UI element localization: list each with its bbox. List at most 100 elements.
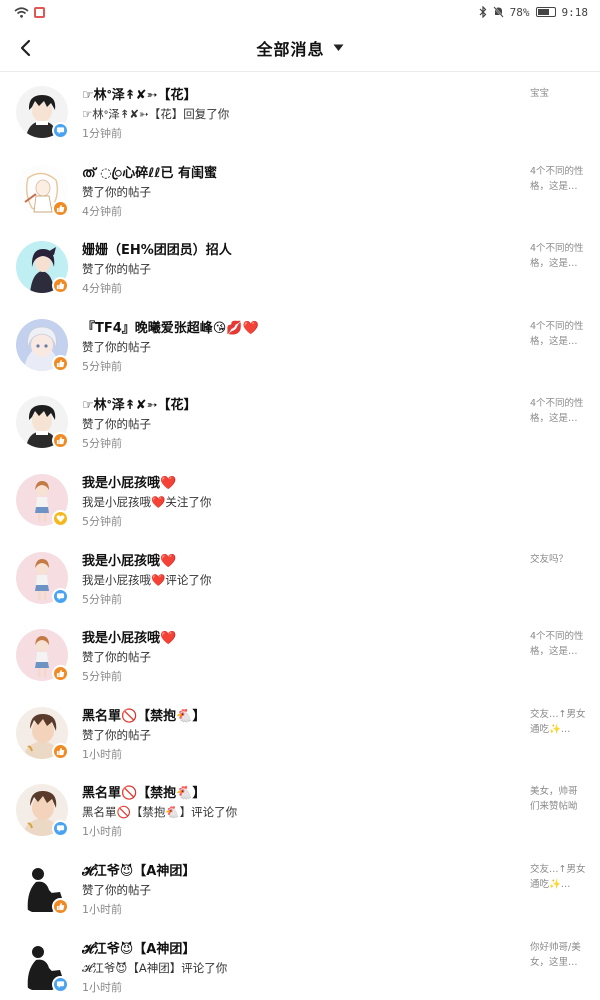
status-left xyxy=(14,6,45,18)
message-content: 我是小屁孩哦❤️ 我是小屁孩哦❤️关注了你 5分钟前 xyxy=(82,474,512,531)
message-action: 赞了你的帖子 xyxy=(82,184,151,199)
message-action: 我是小屁孩哦❤️评论了你 xyxy=(82,572,212,587)
comment-badge xyxy=(52,820,69,838)
message-row-1[interactable]: ☞林ᐤ泽↟✘➳【花】 ☞林ᐤ泽↟✘➳【花】回复了你 1分钟前 宝宝 xyxy=(0,78,600,156)
message-row-9[interactable]: 黑名單🚫【禁抱🐔】 赞了你的帖子 1小时前 交友…↑男女通吃✨… xyxy=(0,699,600,777)
status-bar: 78% 9:18 xyxy=(0,0,600,24)
post-preview[interactable]: 4个不同的性格，这是… xyxy=(530,164,586,194)
like-badge xyxy=(52,199,69,217)
like-badge xyxy=(52,665,69,683)
message-content: ☞林ᐤ泽↟✘➳【花】 ☞林ᐤ泽↟✘➳【花】回复了你 1分钟前 xyxy=(82,86,512,143)
thumbs-up-icon xyxy=(56,747,65,755)
post-preview[interactable]: 4个不同的性格，这是… xyxy=(530,629,586,659)
message-content: 『TF4』晚曦爱张超峰😘💋❤️ 赞了你的帖子 5分钟前 xyxy=(82,319,512,376)
post-preview[interactable]: 交友…↑男女通吃✨… xyxy=(530,862,586,892)
sender-name[interactable]: ☞林ᐤ泽↟✘➳【花】 xyxy=(82,86,512,105)
bluetooth-icon xyxy=(479,6,486,18)
message-row-8[interactable]: 我是小屁孩哦❤️ 赞了你的帖子 5分钟前 4个不同的性格，这是… xyxy=(0,621,600,699)
message-action: 赞了你的帖子 xyxy=(82,727,151,742)
like-badge xyxy=(52,432,69,450)
message-time: 5分钟前 xyxy=(82,359,122,373)
follow-badge xyxy=(52,509,69,527)
message-time: 1分钟前 xyxy=(82,127,122,140)
battery-percent: 78% xyxy=(509,5,530,19)
message-time: 5分钟前 xyxy=(82,514,122,528)
message-row-7[interactable]: 我是小屁孩哦❤️ 我是小屁孩哦❤️评论了你 5分钟前 交友吗？ xyxy=(0,544,600,622)
sender-name[interactable]: ☞林ᐤ泽↟✘➳【花】 xyxy=(82,396,512,415)
thumbs-up-icon xyxy=(56,282,65,290)
sender-name[interactable]: 𝓗江爷😈【A神团】 xyxy=(82,940,512,959)
message-action: 赞了你的帖子 xyxy=(82,262,151,277)
post-preview[interactable]: 美女，帅哥们来赞帖呦 xyxy=(530,784,586,814)
comment-badge xyxy=(52,975,69,993)
thumbs-up-icon xyxy=(56,359,65,367)
page-title: 全部消息 xyxy=(256,39,325,59)
sender-name[interactable]: 『TF4』晚曦爱张超峰😘💋❤️ xyxy=(82,319,512,338)
sender-name[interactable]: 我是小屁孩哦❤️ xyxy=(82,629,512,648)
like-badge xyxy=(52,742,69,760)
comment-icon xyxy=(56,127,65,135)
message-action: 赞了你的帖子 xyxy=(82,417,151,432)
message-action: 我是小屁孩哦❤️关注了你 xyxy=(82,494,212,509)
post-preview[interactable]: 宝宝 xyxy=(530,86,586,101)
message-time: 1小时前 xyxy=(82,825,122,839)
sender-name[interactable]: 黑名單🚫【禁抱🐔】 xyxy=(82,707,512,726)
sender-name[interactable]: 我是小屁孩哦❤️ xyxy=(82,474,512,493)
post-preview[interactable]: 4个不同的性格，这是… xyxy=(530,241,586,271)
sender-name[interactable]: ത് ◌ꦿ心碎ℓℓ已 有闺蜜 xyxy=(82,164,512,183)
message-row-10[interactable]: 黑名單🚫【禁抱🐔】 黑名單🚫【禁抱🐔】评论了你 1小时前 美女，帅哥们来赞帖呦 xyxy=(0,776,600,854)
message-row-12[interactable]: 𝓗江爷😈【A神团】 𝓗江爷😈【A神团】评论了你 1小时前 你好帅哥/美女，这里… xyxy=(0,932,600,1000)
message-content: 我是小屁孩哦❤️ 赞了你的帖子 5分钟前 xyxy=(82,629,512,686)
back-button[interactable] xyxy=(12,34,40,62)
sender-name[interactable]: 姗姗（EH%团团员）招人 xyxy=(82,241,512,260)
thumbs-up-icon xyxy=(56,437,65,445)
post-preview[interactable]: 4个不同的性格，这是… xyxy=(530,396,586,426)
message-time: 4分钟前 xyxy=(82,204,122,218)
clock: 9:18 xyxy=(561,5,589,19)
notification-icon xyxy=(34,6,45,18)
message-time: 5分钟前 xyxy=(82,592,122,606)
back-arrow-icon xyxy=(20,39,31,57)
message-time: 4分钟前 xyxy=(82,282,122,296)
message-row-3[interactable]: 姗姗（EH%团团员）招人 赞了你的帖子 4分钟前 4个不同的性格，这是… xyxy=(0,233,600,311)
thumbs-up-icon xyxy=(56,670,65,678)
message-time: 1小时前 xyxy=(82,980,122,994)
message-list: ☞林ᐤ泽↟✘➳【花】 ☞林ᐤ泽↟✘➳【花】回复了你 1分钟前 宝宝 ത് ◌ꦿ心… xyxy=(0,72,600,1000)
sender-name[interactable]: 黑名單🚫【禁抱🐔】 xyxy=(82,784,512,803)
like-badge xyxy=(52,897,69,915)
post-preview[interactable]: 4个不同的性格，这是… xyxy=(530,319,586,349)
like-badge xyxy=(52,277,69,295)
message-row-4[interactable]: 『TF4』晚曦爱张超峰😘💋❤️ 赞了你的帖子 5分钟前 4个不同的性格，这是… xyxy=(0,311,600,389)
thumbs-up-icon xyxy=(56,204,65,212)
comment-badge xyxy=(52,587,69,605)
message-content: ☞林ᐤ泽↟✘➳【花】 赞了你的帖子 5分钟前 xyxy=(82,396,512,453)
sender-name[interactable]: 我是小屁孩哦❤️ xyxy=(82,552,512,571)
thumbs-up-icon xyxy=(56,902,65,911)
mute-bell-icon xyxy=(492,6,504,18)
message-row-5[interactable]: ☞林ᐤ泽↟✘➳【花】 赞了你的帖子 5分钟前 4个不同的性格，这是… xyxy=(0,388,600,466)
message-action: ☞林ᐤ泽↟✘➳【花】回复了你 xyxy=(82,107,230,121)
message-content: 黑名單🚫【禁抱🐔】 赞了你的帖子 1小时前 xyxy=(82,707,512,764)
heart-icon xyxy=(56,515,65,523)
message-time: 1小时前 xyxy=(82,747,122,761)
comment-icon xyxy=(56,592,65,600)
message-content: 𝓗江爷😈【A神团】 𝓗江爷😈【A神团】评论了你 1小时前 xyxy=(82,940,512,997)
post-preview[interactable]: 交友吗？ xyxy=(530,552,586,567)
battery-icon xyxy=(535,7,556,17)
message-filter-dropdown[interactable]: 全部消息 xyxy=(256,36,343,60)
header: 全部消息 xyxy=(0,24,600,72)
message-row-2[interactable]: ത് ◌ꦿ心碎ℓℓ已 有闺蜜 赞了你的帖子 4分钟前 4个不同的性格，这是… xyxy=(0,156,600,234)
message-row-6[interactable]: 我是小屁孩哦❤️ 我是小屁孩哦❤️关注了你 5分钟前 xyxy=(0,466,600,544)
status-right: 78% 9:18 xyxy=(479,6,588,19)
sender-name[interactable]: 𝓗江爷😈【A神团】 xyxy=(82,862,512,881)
comment-badge xyxy=(52,122,69,139)
comment-icon xyxy=(56,825,65,833)
post-preview[interactable]: 你好帅哥/美女，这里… xyxy=(530,940,586,970)
message-action: 赞了你的帖子 xyxy=(82,882,151,897)
message-content: ത് ◌ꦿ心碎ℓℓ已 有闺蜜 赞了你的帖子 4分钟前 xyxy=(82,164,512,221)
wifi-icon xyxy=(14,6,29,18)
post-preview[interactable]: 交友…↑男女通吃✨… xyxy=(530,707,586,737)
message-action: 𝓗江爷😈【A神团】评论了你 xyxy=(82,960,228,975)
message-row-11[interactable]: 𝓗江爷😈【A神团】 赞了你的帖子 1小时前 交友…↑男女通吃✨… xyxy=(0,854,600,932)
like-badge xyxy=(52,354,69,372)
